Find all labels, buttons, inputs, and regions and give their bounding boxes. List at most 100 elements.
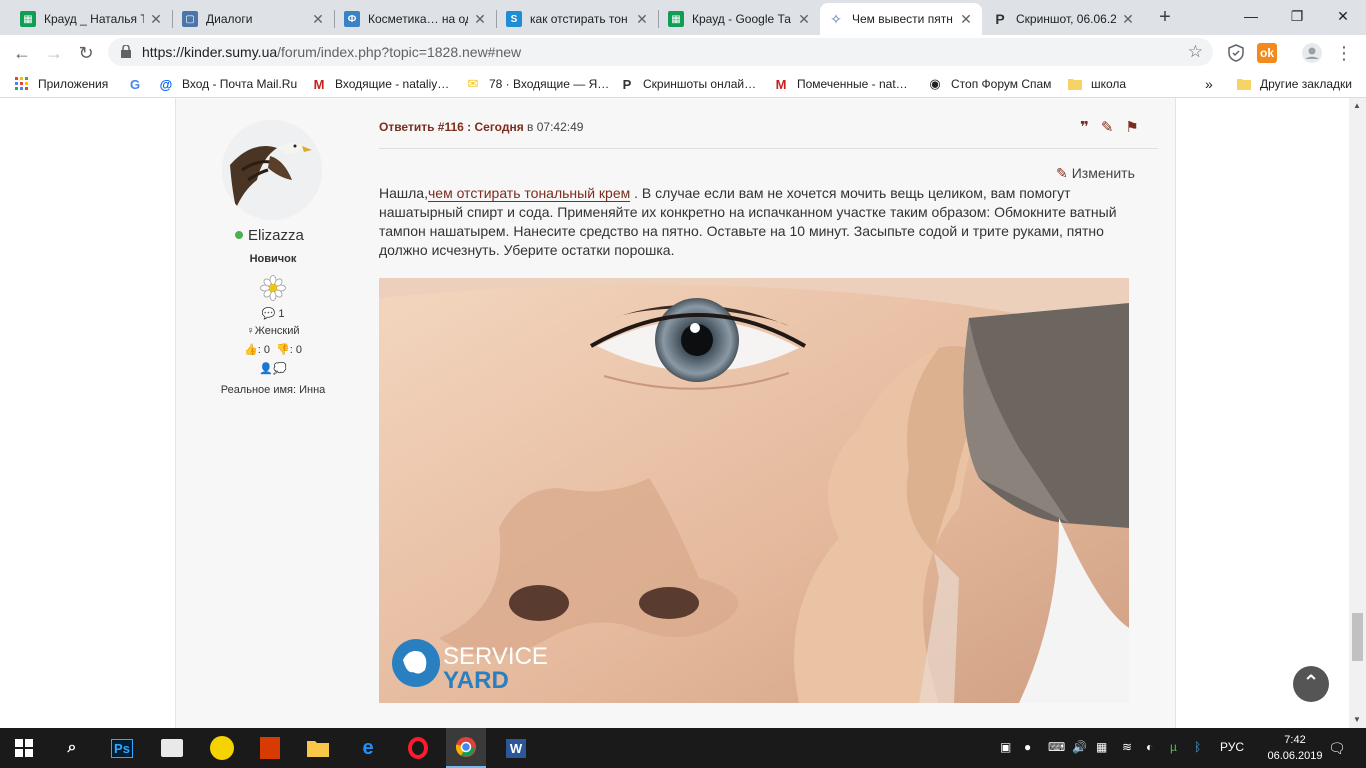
forward-icon[interactable]: → [42, 41, 66, 65]
bookmark-gmail-inbox[interactable]: M Входящие - nataliy… [311, 75, 450, 93]
reply-link[interactable]: Ответить #116 : Сегодня [379, 120, 524, 134]
reload-icon[interactable]: ↻ [74, 41, 98, 65]
close-icon[interactable]: ✕ [634, 11, 650, 28]
keyboard-icon[interactable]: ⌨ [1048, 740, 1065, 754]
tab-6-active[interactable]: ✧ Чем вывести пятн ✕ [820, 3, 982, 35]
personal-message-icon[interactable]: 💭 [273, 363, 287, 375]
post-header: Ответить #116 : Сегодня в 07:42:49 [379, 120, 583, 134]
dislikes-count: : 0 [289, 344, 302, 356]
p-icon: P [995, 11, 1005, 27]
female-icon: ♀ [246, 325, 255, 337]
maximize-button[interactable]: ❐ [1274, 0, 1320, 32]
post-inline-link[interactable]: чем отстирать тональный крем [427, 185, 631, 202]
scroll-to-top-button[interactable]: ⌃ [1293, 666, 1329, 702]
file-explorer-icon[interactable] [298, 728, 338, 768]
scrollbar-thumb[interactable] [1352, 613, 1363, 661]
close-icon[interactable]: ✕ [1120, 11, 1136, 28]
bookmark-star-icon[interactable]: ☆ [1188, 42, 1203, 62]
search-icon[interactable]: ⌕ [52, 728, 92, 768]
edit-icon[interactable]: ✎ [1101, 118, 1114, 136]
tab-title: Косметика… на од [368, 12, 468, 26]
bookmark-gmail-starred[interactable]: M Помеченные - nat… [773, 75, 908, 93]
shield-extension-icon[interactable] [1226, 43, 1246, 63]
office-icon[interactable] [250, 728, 290, 768]
opera-icon[interactable] [398, 728, 438, 768]
chrome-icon[interactable] [446, 728, 486, 768]
tab-separator [496, 10, 497, 28]
gmail-icon: M [775, 76, 787, 92]
odnoklassniki-icon[interactable]: ok [1257, 43, 1277, 63]
tray-yellow-icon[interactable]: ● [1024, 740, 1031, 754]
tray-app-icon[interactable]: ◐ [1146, 740, 1153, 754]
close-icon[interactable]: ✕ [310, 11, 326, 28]
bookmark-yandex-mail[interactable]: ✉ 78 · Входящие — Я… [465, 75, 610, 93]
username[interactable]: Elizazza [235, 227, 304, 244]
avatar[interactable] [222, 120, 322, 220]
close-icon[interactable]: ✕ [148, 11, 164, 28]
tab-7[interactable]: P Скриншот, 06.06.2 ✕ [984, 3, 1144, 35]
new-tab-button[interactable]: + [1153, 6, 1177, 30]
s-icon: S [506, 11, 522, 27]
bookmark-other-folder[interactable]: Другие закладки [1236, 75, 1352, 93]
back-icon[interactable]: ← [10, 41, 34, 65]
bookmark-stop-forum-spam[interactable]: ◉ Стоп Форум Спам [927, 75, 1051, 93]
tab-1[interactable]: ▦ Крауд _ Наталья Т ✕ [12, 3, 172, 35]
volume-icon[interactable]: 🔊 [1072, 740, 1087, 754]
close-icon[interactable]: ✕ [958, 11, 974, 28]
sheets-icon: ▦ [20, 11, 36, 27]
post-divider [379, 148, 1158, 149]
close-icon[interactable]: ✕ [796, 11, 812, 28]
bookmark-label: Другие закладки [1260, 77, 1352, 91]
utorrent-icon[interactable]: µ [1170, 740, 1177, 754]
bookmark-mailru[interactable]: @ Вход - Почта Mail.Ru [158, 75, 298, 93]
minimize-button[interactable]: — [1228, 0, 1274, 32]
browser-toolbar: ← → ↻ https://kinder.sumy.ua/forum/index… [0, 35, 1366, 70]
posts-icon: 💬 [261, 308, 276, 320]
profile-avatar-icon[interactable] [1302, 43, 1322, 63]
page-scrollbar[interactable]: ▲ ▼ [1349, 98, 1366, 728]
tab-2[interactable]: ▢ Диалоги ✕ [174, 3, 334, 35]
bookmark-apps[interactable]: Приложения [14, 75, 108, 93]
notifications-icon[interactable]: 🗨 [1328, 740, 1346, 757]
user-post-count: 💬 1 [175, 307, 371, 320]
wifi-icon[interactable]: ≋ [1122, 740, 1132, 754]
language-indicator[interactable]: РУС [1220, 740, 1244, 754]
bookmarks-overflow-chevron[interactable]: » [1205, 75, 1213, 93]
scroll-down-arrow-icon[interactable]: ▼ [1353, 715, 1361, 724]
likes-count: : 0 [257, 344, 270, 356]
edge-icon[interactable]: e [348, 728, 388, 768]
scroll-up-arrow-icon[interactable]: ▲ [1353, 101, 1361, 110]
browser-window: ▦ Крауд _ Наталья Т ✕ ▢ Диалоги ✕ Ф Косм… [0, 0, 1366, 768]
quote-icon[interactable]: ❞ [1080, 118, 1089, 136]
address-bar[interactable]: https://kinder.sumy.ua/forum/index.php?t… [108, 38, 1213, 66]
photoshop-icon[interactable]: Ps [102, 728, 142, 768]
bluetooth-icon[interactable]: ᛒ [1194, 740, 1201, 754]
word-icon[interactable]: W [496, 728, 536, 768]
tab-title: Чем вывести пятн [852, 12, 953, 26]
post-time: в 07:42:49 [523, 120, 584, 134]
menu-dots-icon[interactable]: ⋮ [1332, 41, 1356, 65]
close-window-button[interactable]: ✕ [1320, 0, 1366, 32]
bookmark-label: Входящие - nataliy… [335, 77, 450, 91]
system-clock[interactable]: 7:42 06.06.2019 [1265, 732, 1325, 764]
profile-icon[interactable]: 👤 [259, 363, 273, 375]
yellow-app-icon[interactable] [202, 728, 242, 768]
close-icon[interactable]: ✕ [472, 11, 488, 28]
tab-strip: ▦ Крауд _ Наталья Т ✕ ▢ Диалоги ✕ Ф Косм… [0, 0, 1366, 35]
report-flag-icon[interactable]: ⚑ [1125, 118, 1138, 136]
user-contact-icons: 👤💭 [175, 362, 371, 375]
tab-5[interactable]: ▦ Крауд - Google Та ✕ [660, 3, 820, 35]
edit-post-link[interactable]: ✎ Изменить [1056, 165, 1135, 182]
bookmark-screenshots[interactable]: P Скриншоты онлай… [619, 75, 756, 93]
bookmark-label: Вход - Почта Mail.Ru [182, 77, 298, 91]
p-icon: P [622, 76, 632, 92]
media-player-icon[interactable] [152, 728, 192, 768]
tab-3[interactable]: Ф Косметика… на од ✕ [336, 3, 496, 35]
folder-icon [1236, 76, 1252, 92]
windows-start-icon[interactable] [4, 728, 44, 768]
bookmark-google[interactable]: G [127, 75, 151, 93]
tab-4[interactable]: S как отстирать тон ✕ [498, 3, 658, 35]
network-icon[interactable]: ▦ [1096, 740, 1107, 754]
bookmark-folder-school[interactable]: школа [1067, 75, 1126, 93]
tray-icon[interactable]: ▣ [1000, 740, 1011, 754]
